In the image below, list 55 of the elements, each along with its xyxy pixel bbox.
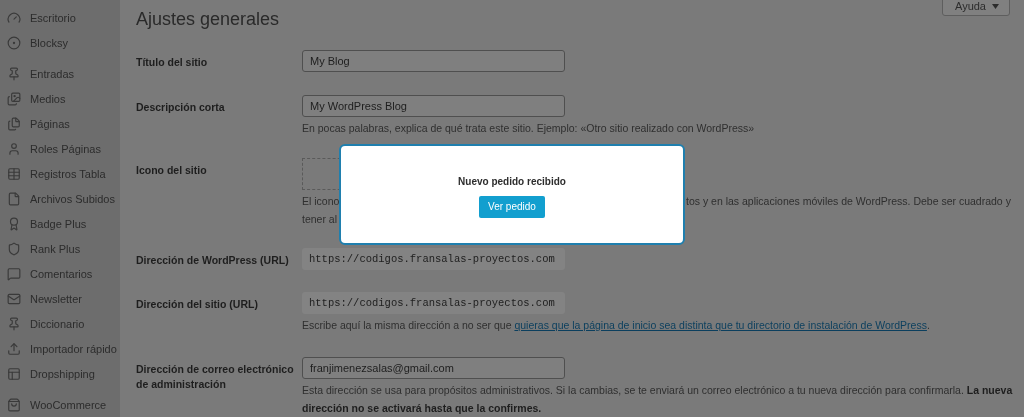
field-label: Dirección del sitio (URL)	[136, 297, 259, 312]
sidebar-item[interactable]: Registros Tabla	[0, 161, 120, 187]
sidebar-item[interactable]: Archivos Subidos	[0, 186, 120, 212]
mail-icon	[7, 291, 21, 306]
help-link[interactable]: quieras que la página de inicio sea distinta que tu directorio de instalación de WordPress	[514, 319, 927, 331]
sidebar-item[interactable]: Importador rápido	[0, 336, 120, 362]
dialog-message: Nuevo pedido recibido	[458, 175, 566, 187]
pages-icon	[7, 117, 21, 132]
gauge-icon	[7, 11, 21, 26]
award-icon	[7, 216, 21, 231]
field-label: Descripción corta	[136, 100, 226, 115]
input-field[interactable]: https://codigos.fransalas-proyectos.com	[302, 292, 565, 314]
sidebar-item[interactable]: Entradas	[0, 61, 120, 87]
sidebar-item[interactable]: Newsletter	[0, 286, 120, 312]
sidebar-item[interactable]: Blocksy	[0, 30, 120, 56]
layout-icon	[7, 366, 21, 381]
shield-icon	[7, 241, 21, 256]
sidebar-item[interactable]: Medios	[0, 86, 120, 112]
help-button[interactable]: Ayuda	[942, 0, 1010, 16]
input-field[interactable]: https://codigos.fransalas-proyectos.com	[302, 248, 565, 270]
view-order-button[interactable]: Ver pedido	[479, 195, 545, 218]
input-field[interactable]: My WordPress Blog	[302, 95, 565, 117]
field-label: Icono del sitio	[136, 163, 208, 178]
file-icon	[7, 192, 21, 207]
bag-icon	[7, 397, 21, 412]
table-icon	[7, 167, 21, 182]
sidebar-item[interactable]: Badge Plus	[0, 211, 120, 237]
sidebar-item[interactable]: Diccionario	[0, 311, 120, 337]
help-text: tos y en las aplicaciones móviles de WordPress. Debe ser cuadrado y	[686, 194, 1011, 209]
help-text: Esta dirección se usa para propósitos administrativos. Si la cambias, se te enviará un correo electrónico a tu nueva dirección para confirmarla. La nueva dirección no se activará hasta que la confirmes.	[302, 383, 1014, 416]
field-label: Dirección de correo electrónico de administración	[136, 362, 295, 392]
help-text: En pocas palabras, explica de qué trata este sitio. Ejemplo: «Otro sitio realizado con WordPress»	[302, 121, 756, 136]
user-icon	[7, 142, 21, 157]
help-text: El icono	[302, 195, 340, 207]
upload-icon	[7, 341, 21, 356]
comment-icon	[7, 266, 21, 281]
sidebar-item[interactable]: Dropshipping	[0, 361, 120, 387]
help-text: Escribe aquí la misma dirección a no ser que quieras que la página de inicio sea distinta que tu directorio de instalación de WordPress.	[302, 318, 931, 333]
sidebar-item[interactable]: Roles Páginas	[0, 136, 120, 162]
sidebar-item[interactable]: Escritorio	[0, 6, 120, 31]
images-icon	[7, 92, 21, 107]
input-field[interactable]: My Blog	[302, 50, 565, 72]
pin-icon	[7, 316, 21, 331]
pin-icon	[7, 67, 21, 82]
input-field[interactable]: franjimenezsalas@gmail.com	[302, 357, 565, 379]
sidebar-item[interactable]: Comentarios	[0, 261, 120, 287]
field-label: Dirección de WordPress (URL)	[136, 253, 290, 268]
field-label: Título del sitio	[136, 55, 209, 70]
sidebar-item[interactable]: Rank Plus	[0, 236, 120, 262]
circle-icon	[7, 36, 21, 51]
help-text: tener al	[302, 212, 338, 227]
caret-icon	[992, 3, 999, 9]
sidebar-item[interactable]: Páginas	[0, 111, 120, 137]
sidebar-item[interactable]: WooCommerce	[0, 392, 120, 417]
page-title: Ajustes generales	[136, 8, 280, 31]
